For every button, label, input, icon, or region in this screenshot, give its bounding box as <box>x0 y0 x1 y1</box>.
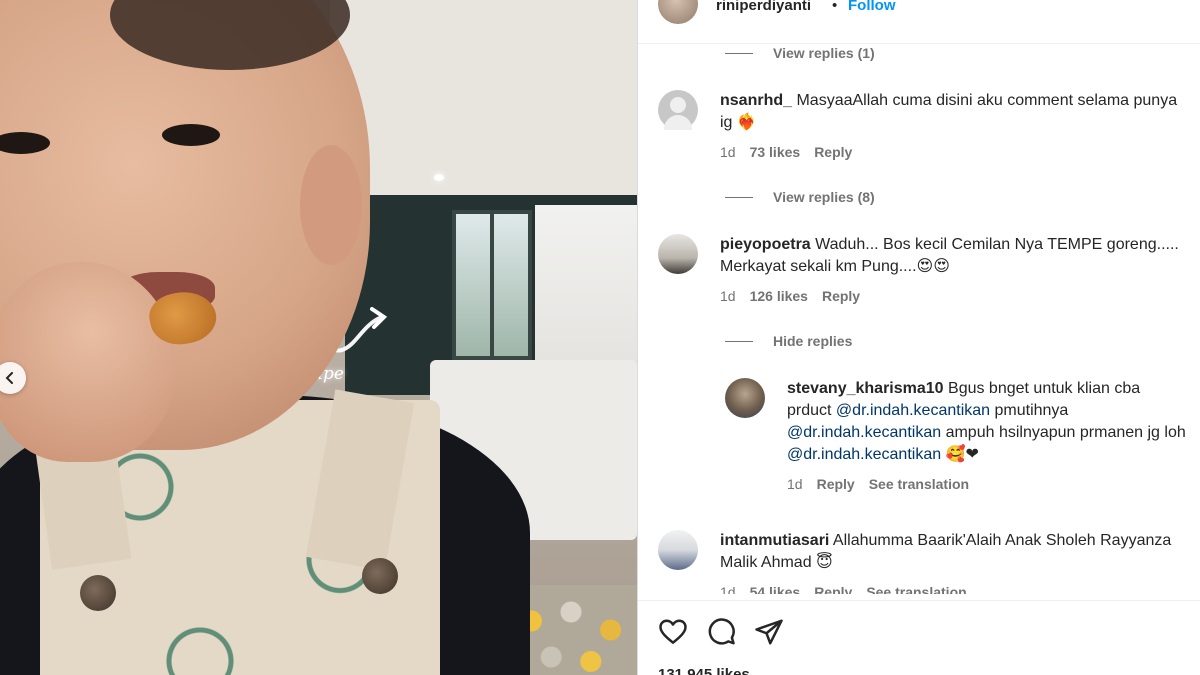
reply-button[interactable]: Reply <box>814 584 852 594</box>
comment-age: 1d <box>720 288 736 304</box>
comment-emoji: 🥰❤ <box>945 446 979 463</box>
comment-likes[interactable]: 126 likes <box>750 288 808 304</box>
commenter-username[interactable]: pieyopoetra <box>720 236 811 253</box>
author-username[interactable]: riniperdiyanti <box>716 0 811 14</box>
view-replies-label: View replies (1) <box>773 45 875 61</box>
replies-line <box>725 196 753 198</box>
overall-button-right <box>362 558 398 594</box>
child-hand <box>0 262 175 462</box>
header-separator: • <box>832 0 838 14</box>
comment-text-block: stevany_kharisma10 Bgus bnget untuk klia… <box>787 378 1187 466</box>
chevron-left-icon <box>5 372 13 384</box>
hide-replies-toggle[interactable]: Hide replies <box>725 333 852 349</box>
likes-count[interactable]: 131,945 likes <box>658 666 750 675</box>
ceiling-light <box>434 174 444 181</box>
view-replies-label: View replies (8) <box>773 189 875 205</box>
replies-line <box>725 52 753 54</box>
comment-likes[interactable]: 73 likes <box>750 144 801 160</box>
author-avatar[interactable] <box>658 0 698 24</box>
mention-link[interactable]: @dr.indah.kecantikan <box>836 402 990 419</box>
commenter-username[interactable]: nsanrhd_ <box>720 92 792 109</box>
comment-age: 1d <box>720 144 736 160</box>
comment-age: 1d <box>720 584 736 594</box>
comment-age: 1d <box>787 476 803 492</box>
reply-button[interactable]: Reply <box>822 288 860 304</box>
post-actions-bar: 131,945 likes <box>638 600 1200 675</box>
commenter-avatar[interactable] <box>725 378 765 418</box>
mention-link[interactable]: @dr.indah.kecantikan <box>787 424 941 441</box>
commenter-avatar[interactable] <box>658 234 698 274</box>
commenter-avatar[interactable] <box>658 90 698 130</box>
comment-meta: 1d Reply See translation <box>787 476 969 492</box>
hide-replies-label: Hide replies <box>773 333 853 349</box>
post-media-photo: @rinipe <box>0 0 637 675</box>
comment-text: ampuh hsilnyapun prmanen jg loh <box>945 424 1186 441</box>
paper-plane-icon[interactable] <box>754 617 784 647</box>
comments-panel: riniperdiyanti • Follow View replies (1)… <box>637 0 1200 675</box>
commenter-username[interactable]: intanmutiasari <box>720 532 829 549</box>
heart-icon[interactable] <box>658 617 688 647</box>
commenter-avatar[interactable] <box>658 530 698 570</box>
comment-bubble-icon[interactable] <box>706 617 736 647</box>
commenter-username[interactable]: stevany_kharisma10 <box>787 380 944 397</box>
comment-text-block: intanmutiasari Allahumma Baarik'Alaih An… <box>720 530 1180 574</box>
mention-link[interactable]: @dr.indah.kecantikan <box>787 446 941 463</box>
comment-meta: 1d 126 likes Reply <box>720 288 860 304</box>
child-ear <box>300 145 362 265</box>
comment-text: pmutihnya <box>994 402 1069 419</box>
comment-text-block: nsanrhd_ MasyaaAllah cuma disini aku com… <box>720 90 1180 134</box>
replies-line <box>725 340 753 342</box>
comment-meta: 1d 73 likes Reply <box>720 144 852 160</box>
post-header: riniperdiyanti • Follow <box>638 0 1200 44</box>
see-translation-button[interactable]: See translation <box>869 476 969 492</box>
follow-button[interactable]: Follow <box>848 0 896 14</box>
overall-button-left <box>80 575 116 611</box>
view-replies-toggle[interactable]: View replies (1) <box>725 45 875 61</box>
comments-list[interactable]: View replies (1) nsanrhd_ MasyaaAllah cu… <box>638 44 1200 594</box>
window <box>452 210 532 360</box>
child-eye-right <box>162 124 220 146</box>
comment-likes[interactable]: 54 likes <box>750 584 801 594</box>
view-replies-toggle[interactable]: View replies (8) <box>725 189 875 205</box>
see-translation-button[interactable]: See translation <box>866 584 966 594</box>
comment-meta: 1d 54 likes Reply See translation <box>720 584 967 594</box>
reply-button[interactable]: Reply <box>817 476 855 492</box>
reply-button[interactable]: Reply <box>814 144 852 160</box>
comment-text-block: pieyopoetra Waduh... Bos kecil Cemilan N… <box>720 234 1180 278</box>
